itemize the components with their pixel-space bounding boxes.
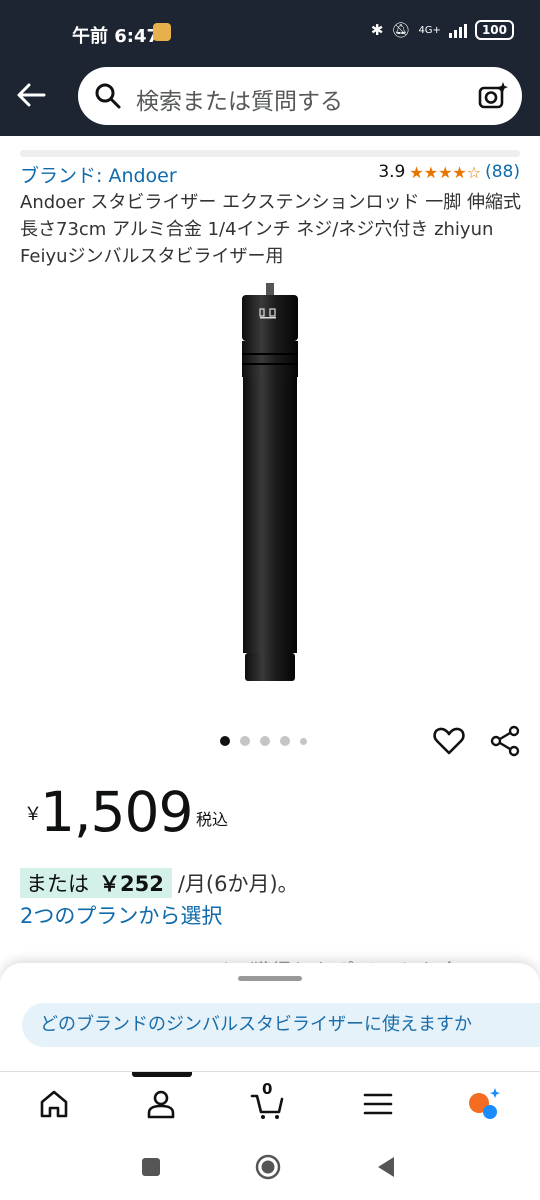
nav-active-indicator: [132, 1072, 192, 1077]
cart-button[interactable]: 0: [250, 1080, 286, 1122]
account-icon[interactable]: [143, 1086, 179, 1122]
signal-icon: [448, 22, 467, 38]
rating-summary[interactable]: 3.9 ★★★★☆ (88): [378, 162, 520, 182]
search-input[interactable]: 検索または質問する: [78, 67, 522, 125]
menu-icon[interactable]: [360, 1086, 396, 1122]
installment-highlight: または ￥252: [20, 868, 172, 898]
installment-prefix: または: [26, 872, 89, 896]
sheet-drag-handle[interactable]: [238, 976, 302, 981]
suggestion-chip[interactable]: どのブランドのジンバルスタビライザーに使えますか: [22, 1003, 540, 1047]
back-triangle-icon[interactable]: [374, 1155, 398, 1179]
bluetooth-icon: ✱: [370, 21, 384, 39]
search-icon: [95, 83, 121, 109]
product-image[interactable]: [238, 283, 302, 683]
carousel-dot[interactable]: [280, 736, 290, 746]
installment-suffix: /月(6か月)。: [177, 872, 299, 896]
share-icon[interactable]: [488, 724, 522, 758]
image-carousel-dots: [220, 736, 307, 746]
installment-offer: または ￥252 /月(6か月)。: [20, 868, 299, 898]
recents-icon[interactable]: [140, 1156, 162, 1178]
status-time: 午前 6:47: [72, 26, 160, 47]
plan-select-link[interactable]: 2つのプランから選択: [20, 900, 222, 930]
product-title: Andoer スタビライザー エクステンションロッド 一脚 伸縮式 長さ73cm…: [20, 192, 521, 267]
camera-search-icon[interactable]: [476, 79, 510, 113]
battery-icon: 100: [474, 20, 514, 40]
home-icon[interactable]: [36, 1086, 72, 1122]
system-navigation-bar: [0, 1136, 540, 1200]
mute-icon: 🔕︎: [391, 21, 411, 39]
carousel-dot[interactable]: [260, 736, 270, 746]
search-placeholder: 検索または質問する: [136, 89, 343, 115]
star-rating-icon: ★★★★☆: [409, 162, 482, 182]
brand-link[interactable]: ブランド: Andoer: [20, 161, 177, 188]
home-circle-icon[interactable]: [254, 1153, 282, 1181]
network-label: 4G+: [418, 24, 441, 36]
installment-amount: ￥252: [99, 872, 164, 896]
carousel-dot[interactable]: [220, 736, 230, 746]
status-icons: ✱ 🔕︎ 4G+ 100: [371, 20, 514, 40]
heart-icon[interactable]: [432, 724, 466, 758]
carousel-dot[interactable]: [240, 736, 250, 746]
carousel-dot[interactable]: [300, 737, 307, 745]
price-tax-label: 税込: [196, 810, 229, 829]
bottom-navigation: 0: [0, 1071, 540, 1136]
back-arrow-icon[interactable]: [14, 78, 48, 112]
content-divider: [20, 150, 520, 157]
cart-count: 0: [262, 1080, 273, 1098]
assistant-sheet: どのブランドのジンバルスタビライザーに使えますか: [0, 963, 540, 1073]
rufus-assistant-icon[interactable]: [466, 1086, 502, 1122]
price-value: 1,509: [40, 780, 193, 844]
notification-icon: [153, 23, 171, 41]
search-header: 検索または質問する: [0, 64, 540, 136]
rating-value: 3.9: [378, 162, 406, 182]
review-count[interactable]: (88): [485, 162, 520, 182]
status-bar: 午前 6:47 ✱ 🔕︎ 4G+ 100: [0, 0, 540, 64]
